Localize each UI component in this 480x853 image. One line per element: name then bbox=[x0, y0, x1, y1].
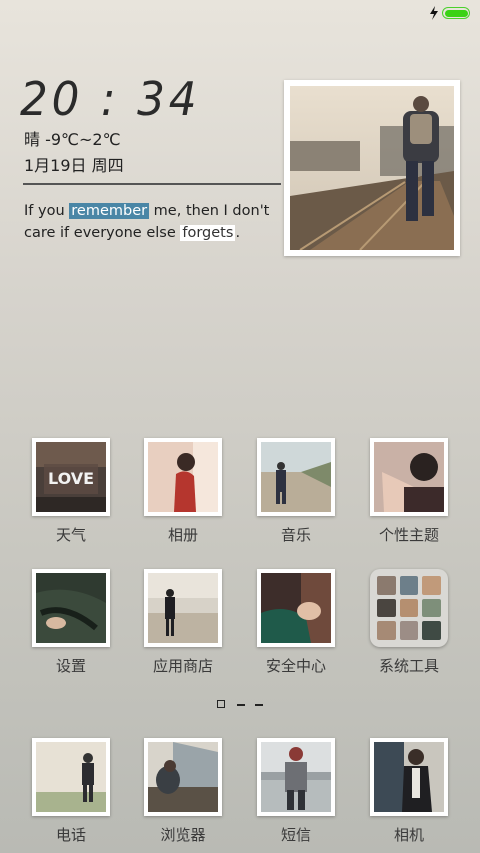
app-phone[interactable]: 电话 bbox=[21, 738, 121, 845]
app-label: 天气 bbox=[55, 526, 86, 544]
quote-highlight-forgets: forgets bbox=[180, 225, 236, 241]
browser-app-icon[interactable] bbox=[144, 738, 222, 816]
app-security[interactable]: 安全中心 bbox=[246, 569, 346, 676]
app-folder-system-tools[interactable]: 系统工具 bbox=[359, 569, 459, 676]
app-label: 系统工具 bbox=[378, 657, 439, 675]
store-app-icon[interactable] bbox=[144, 569, 222, 647]
camera-app-icon[interactable] bbox=[370, 738, 448, 816]
page-indicator[interactable] bbox=[217, 700, 267, 710]
quote-highlight-remember: remember bbox=[69, 203, 150, 219]
phone-app-icon[interactable] bbox=[32, 738, 110, 816]
weather-text[interactable]: 晴 -9℃~2℃ bbox=[24, 126, 121, 150]
gallery-app-icon[interactable] bbox=[144, 438, 222, 516]
divider bbox=[23, 183, 281, 185]
app-label: 应用商店 bbox=[152, 657, 213, 675]
app-music[interactable]: 音乐 bbox=[246, 438, 346, 545]
status-bar bbox=[0, 0, 480, 26]
messages-app-icon[interactable] bbox=[257, 738, 335, 816]
app-label: 相机 bbox=[393, 826, 424, 844]
app-label: 安全中心 bbox=[265, 657, 326, 675]
app-label: 个性主题 bbox=[378, 526, 439, 544]
app-messages[interactable]: 短信 bbox=[246, 738, 346, 845]
widget-photo[interactable] bbox=[284, 80, 460, 256]
app-gallery[interactable]: 相册 bbox=[133, 438, 233, 545]
app-label: 音乐 bbox=[280, 526, 311, 544]
quote-text: If you remember me, then I don't care if… bbox=[24, 203, 270, 241]
app-store[interactable]: 应用商店 bbox=[133, 569, 233, 676]
app-label: 设置 bbox=[55, 657, 86, 675]
app-label: 电话 bbox=[55, 826, 86, 844]
themes-app-icon[interactable] bbox=[370, 438, 448, 516]
app-label: 短信 bbox=[280, 826, 311, 844]
charging-icon bbox=[430, 6, 438, 20]
weather-tile-text: LOVE bbox=[48, 469, 94, 488]
page-indicator-dot bbox=[237, 704, 245, 706]
battery-icon bbox=[442, 7, 470, 19]
clock-time[interactable]: 20 : 34 bbox=[20, 72, 200, 126]
app-browser[interactable]: 浏览器 bbox=[133, 738, 233, 845]
app-themes[interactable]: 个性主题 bbox=[359, 438, 459, 545]
app-camera[interactable]: 相机 bbox=[359, 738, 459, 845]
app-label: 浏览器 bbox=[160, 826, 206, 844]
date-text[interactable]: 1月19日 周四 bbox=[24, 152, 124, 176]
music-app-icon[interactable] bbox=[257, 438, 335, 516]
app-settings[interactable]: 设置 bbox=[21, 569, 121, 676]
folder-icon[interactable] bbox=[370, 569, 448, 647]
weather-app-icon[interactable]: LOVE bbox=[32, 438, 110, 516]
app-label: 相册 bbox=[167, 526, 198, 544]
page-indicator-current bbox=[217, 700, 225, 708]
settings-app-icon[interactable] bbox=[32, 569, 110, 647]
app-weather[interactable]: LOVE 天气 bbox=[21, 438, 121, 545]
security-app-icon[interactable] bbox=[257, 569, 335, 647]
page-indicator-dot bbox=[255, 704, 263, 706]
